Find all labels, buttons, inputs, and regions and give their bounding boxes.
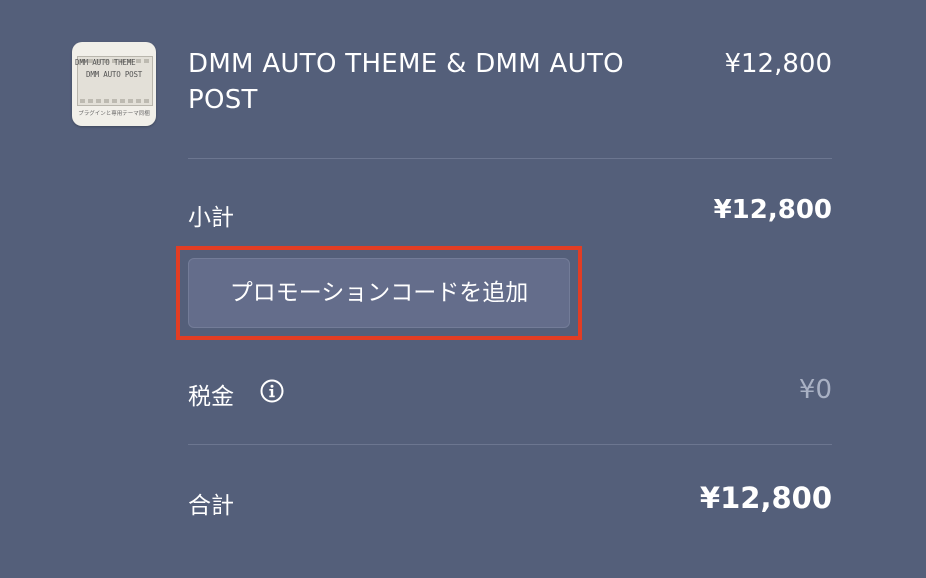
thumbnail-line2: DMM AUTO POST xyxy=(86,70,143,79)
product-price: ¥12,800 xyxy=(724,49,832,79)
thumbnail-caption: プラグインと専用テーマ同梱 xyxy=(78,111,150,117)
tax-label: 税金 xyxy=(188,384,234,410)
total-label: 合計 xyxy=(188,493,234,519)
divider xyxy=(188,158,832,159)
checkout-summary: DMM AUTO THEME DMM AUTO POST プラグインと専用テーマ… xyxy=(0,0,926,578)
add-promo-code-button[interactable]: プロモーションコードを追加 xyxy=(188,258,570,328)
thumbnail-line1: DMM AUTO THEME xyxy=(75,58,136,67)
divider xyxy=(188,444,832,445)
info-circle-icon[interactable] xyxy=(260,379,284,403)
film-holes-bottom xyxy=(80,99,150,103)
product-name: DMM AUTO THEME & DMM AUTO POST xyxy=(188,49,624,115)
tax-value: ¥0 xyxy=(798,375,832,405)
subtotal-value: ¥12,800 xyxy=(713,195,832,225)
subtotal-label: 小計 xyxy=(188,205,234,231)
product-thumbnail: DMM AUTO THEME DMM AUTO POST プラグインと専用テーマ… xyxy=(72,42,156,126)
total-value: ¥12,800 xyxy=(699,481,832,515)
